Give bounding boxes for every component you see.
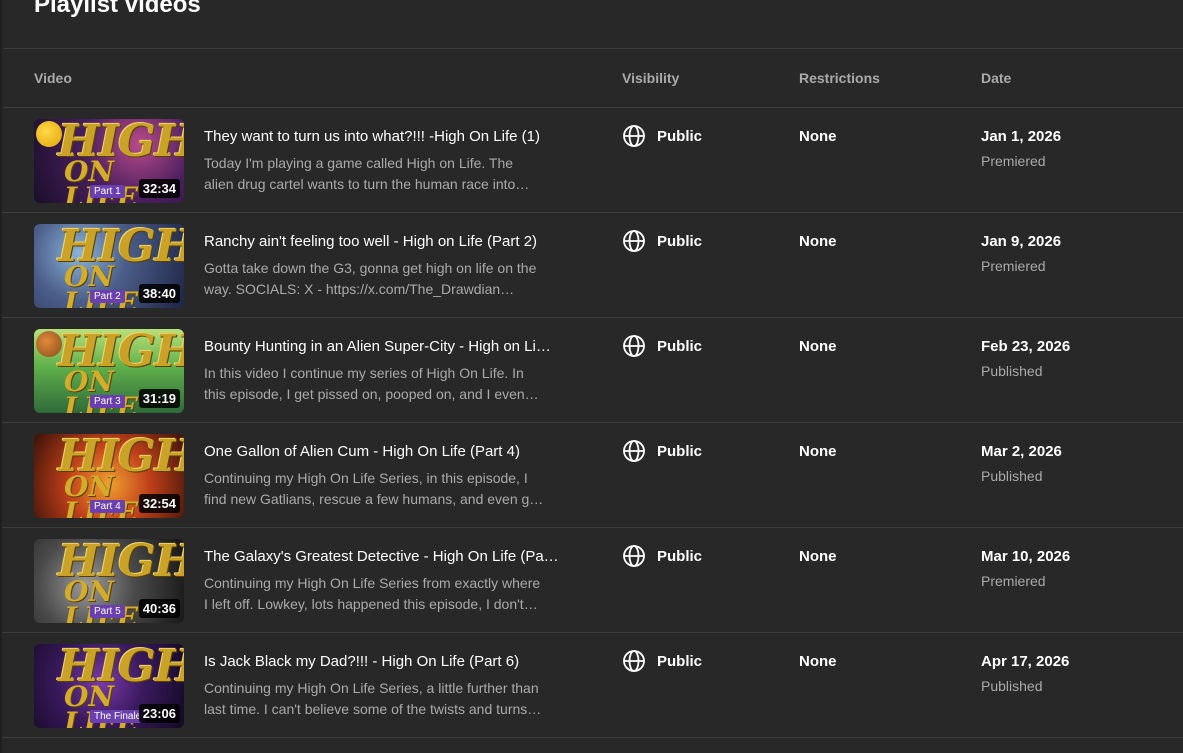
thumbnail-part-label: Part 2 — [90, 290, 125, 303]
date-value: Jan 9, 2026 — [981, 233, 1062, 250]
column-header-visibility[interactable]: Visibility — [622, 70, 679, 86]
globe-icon — [623, 440, 645, 462]
restrictions-value: None — [799, 128, 837, 145]
column-header-date[interactable]: Date — [981, 70, 1011, 86]
video-thumbnail[interactable]: HIGH ON LIFE The Finale 23:06 — [34, 644, 184, 728]
date-value: Jan 1, 2026 — [981, 128, 1062, 145]
table-row[interactable]: HIGH ON LIFE Part 3 31:19 Bounty Hunting… — [2, 318, 1183, 423]
video-description: Today I'm playing a game called High on … — [204, 153, 576, 195]
video-title[interactable]: Is Jack Black my Dad?!!! - High On Life … — [204, 653, 576, 670]
date-value: Mar 10, 2026 — [981, 548, 1071, 565]
table-row[interactable]: HIGH ON LIFE Part 2 38:40 Ranchy ain't f… — [2, 213, 1183, 318]
visibility-label: Public — [657, 547, 703, 565]
video-description-line: Today I'm playing a game called High on … — [204, 155, 514, 171]
table-row[interactable]: HIGH ON LIFE Part 5 40:36 The Galaxy's G… — [2, 528, 1183, 633]
thumbnail-part-label: Part 5 — [90, 605, 125, 618]
video-title[interactable]: Ranchy ain't feeling too well - High on … — [204, 233, 576, 250]
globe-icon — [623, 335, 645, 357]
thumbnail-part-label: The Finale — [90, 710, 146, 723]
page-title: Playlist videos — [34, 0, 201, 18]
date-status: Premiered — [981, 153, 1046, 169]
video-description-line: Continuing my High On Life Series from e… — [204, 575, 541, 591]
video-duration: 32:54 — [138, 494, 180, 513]
restrictions-value: None — [799, 548, 837, 565]
globe-icon — [623, 545, 645, 567]
video-description-line: Continuing my High On Life Series, a lit… — [204, 680, 539, 696]
video-description-line: In this video I continue my series of Hi… — [204, 365, 524, 381]
table-row[interactable]: HIGH ON LIFE The Finale 23:06 Is Jack Bl… — [2, 633, 1183, 738]
visibility-cell[interactable]: Public — [622, 229, 702, 253]
date-status: Published — [981, 363, 1043, 379]
visibility-label: Public — [657, 337, 703, 355]
video-description-line: alien drug cartel wants to turn the huma… — [204, 176, 530, 192]
video-description: Continuing my High On Life Series from e… — [204, 573, 576, 615]
globe-icon — [623, 125, 645, 147]
visibility-label: Public — [657, 652, 703, 670]
table-row[interactable]: HIGH ON LIFE Part 4 32:54 One Gallon of … — [2, 423, 1183, 528]
video-duration: 32:34 — [138, 179, 180, 198]
date-status: Premiered — [981, 258, 1046, 274]
video-title[interactable]: One Gallon of Alien Cum - High On Life (… — [204, 443, 576, 460]
visibility-cell[interactable]: Public — [622, 649, 702, 673]
date-value: Mar 2, 2026 — [981, 443, 1062, 460]
thumbnail-part-label: Part 1 — [90, 185, 125, 198]
video-thumbnail[interactable]: HIGH ON LIFE Part 2 38:40 — [34, 224, 184, 308]
video-thumbnail[interactable]: HIGH ON LIFE Part 5 40:36 — [34, 539, 184, 623]
video-title[interactable]: The Galaxy's Greatest Detective - High O… — [204, 548, 576, 565]
video-description: In this video I continue my series of Hi… — [204, 363, 576, 405]
video-description-line: last time. I can't believe some of the t… — [204, 701, 542, 717]
video-title[interactable]: They want to turn us into what?!!! -High… — [204, 128, 576, 145]
video-description-line: I left off. Lowkey, lots happened this e… — [204, 596, 538, 612]
date-status: Published — [981, 678, 1043, 694]
video-description-line: find new Gatlians, rescue a few humans, … — [204, 491, 544, 507]
video-description-line: this episode, I get pissed on, pooped on… — [204, 386, 539, 402]
video-description-line: way. SOCIALS: X - https://x.com/The_Draw… — [204, 281, 515, 297]
visibility-cell[interactable]: Public — [622, 439, 702, 463]
date-status: Premiered — [981, 573, 1046, 589]
title-divider — [4, 48, 1183, 49]
visibility-cell[interactable]: Public — [622, 124, 702, 148]
restrictions-value: None — [799, 653, 837, 670]
video-description: Gotta take down the G3, gonna get high o… — [204, 258, 576, 300]
column-header-video[interactable]: Video — [34, 70, 72, 86]
video-thumbnail[interactable]: HIGH ON LIFE Part 4 32:54 — [34, 434, 184, 518]
visibility-label: Public — [657, 232, 703, 250]
video-duration: 40:36 — [138, 599, 180, 618]
globe-icon — [623, 650, 645, 672]
video-description: Continuing my High On Life Series, in th… — [204, 468, 576, 510]
video-table-body: HIGH ON LIFE Part 1 32:34 They want to t… — [2, 108, 1183, 738]
video-description: Continuing my High On Life Series, a lit… — [204, 678, 576, 720]
playlist-videos-panel: Playlist videos Video Visibility Restric… — [0, 0, 1183, 753]
video-thumbnail[interactable]: HIGH ON LIFE Part 1 32:34 — [34, 119, 184, 203]
video-duration: 31:19 — [138, 389, 180, 408]
visibility-label: Public — [657, 127, 703, 145]
video-title[interactable]: Bounty Hunting in an Alien Super-City - … — [204, 338, 576, 355]
globe-icon — [623, 230, 645, 252]
date-value: Apr 17, 2026 — [981, 653, 1070, 670]
restrictions-value: None — [799, 338, 837, 355]
thumbnail-part-label: Part 3 — [90, 395, 125, 408]
thumbnail-part-label: Part 4 — [90, 500, 125, 513]
date-value: Feb 23, 2026 — [981, 338, 1071, 355]
column-header-restrictions[interactable]: Restrictions — [799, 70, 880, 86]
video-duration: 23:06 — [138, 704, 180, 723]
table-row[interactable]: HIGH ON LIFE Part 1 32:34 They want to t… — [2, 108, 1183, 213]
visibility-cell[interactable]: Public — [622, 544, 702, 568]
restrictions-value: None — [799, 233, 837, 250]
video-description-line: Gotta take down the G3, gonna get high o… — [204, 260, 537, 276]
visibility-label: Public — [657, 442, 703, 460]
visibility-cell[interactable]: Public — [622, 334, 702, 358]
date-status: Published — [981, 468, 1043, 484]
video-description-line: Continuing my High On Life Series, in th… — [204, 470, 528, 486]
video-thumbnail[interactable]: HIGH ON LIFE Part 3 31:19 — [34, 329, 184, 413]
video-duration: 38:40 — [138, 284, 180, 303]
restrictions-value: None — [799, 443, 837, 460]
